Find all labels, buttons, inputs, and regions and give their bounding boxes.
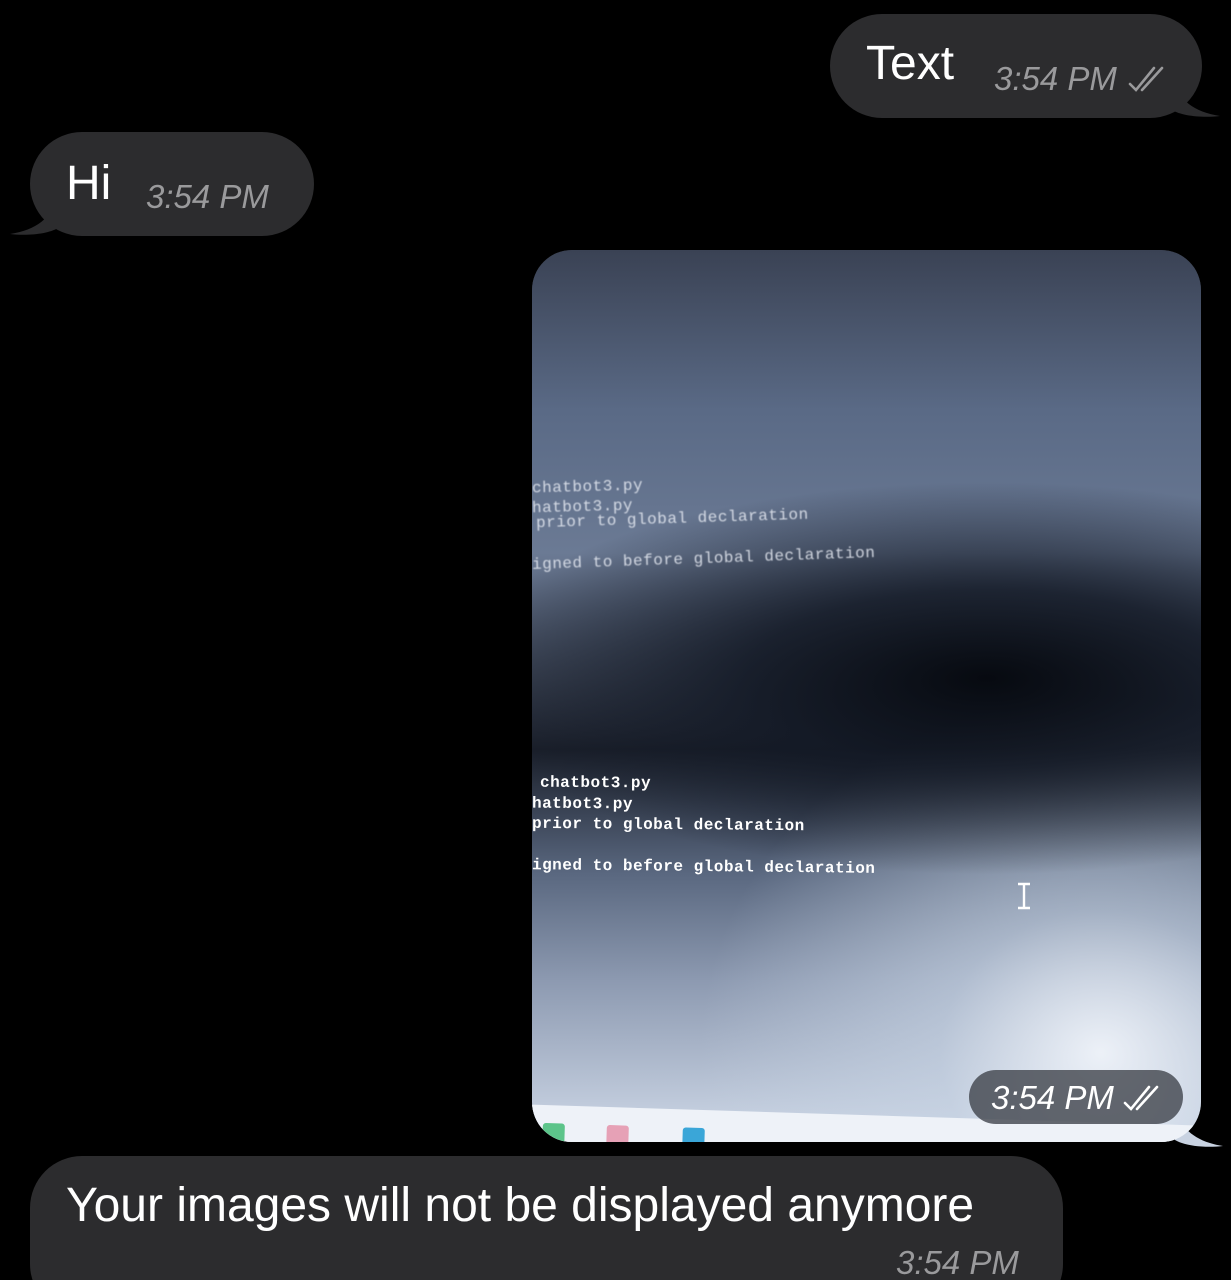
text-cursor-icon bbox=[1018, 882, 1030, 910]
message-time: 3:54 PM bbox=[896, 1244, 1019, 1280]
bubble-tail bbox=[1172, 78, 1220, 117]
chat-thread: Text 3:54 PM Hi 3:54 PM chatbot3.py hatb… bbox=[0, 0, 1231, 1280]
photo-text-line: chatbot3.py bbox=[532, 476, 644, 498]
photo-time-badge: 3:54 PM bbox=[969, 1070, 1183, 1124]
double-check-icon bbox=[1128, 66, 1164, 92]
taskbar-app-icon bbox=[682, 1127, 705, 1142]
taskbar-app-icon bbox=[542, 1122, 565, 1142]
message-text: Your images will not be displayed anymor… bbox=[66, 1179, 975, 1232]
double-check-icon bbox=[1123, 1085, 1159, 1111]
message-time: 3:54 PM bbox=[146, 178, 269, 215]
photo-text-line: igned to before global declaration bbox=[532, 856, 876, 878]
photo-attachment[interactable]: chatbot3.py hatbot3.py prior to global d… bbox=[532, 250, 1201, 1142]
outgoing-message-bubble[interactable]: Text 3:54 PM bbox=[830, 14, 1220, 118]
bubble-tail bbox=[10, 196, 58, 235]
taskbar-app-icon bbox=[606, 1124, 629, 1142]
message-text: Hi bbox=[66, 157, 112, 210]
photo-text-line: hatbot3.py bbox=[532, 794, 634, 814]
photo-text-line: chatbot3.py bbox=[539, 773, 652, 793]
photo-text-line: igned to before global declaration bbox=[532, 544, 876, 574]
incoming-message-bubble[interactable]: Your images will not be displayed anymor… bbox=[30, 1156, 1063, 1280]
message-text: Text bbox=[866, 37, 955, 90]
message-time: 3:54 PM bbox=[994, 60, 1117, 97]
message-time: 3:54 PM bbox=[991, 1079, 1114, 1116]
incoming-message-bubble[interactable]: Hi 3:54 PM bbox=[10, 132, 314, 236]
outgoing-photo-bubble[interactable]: chatbot3.py hatbot3.py prior to global d… bbox=[532, 250, 1223, 1147]
photo-text-line: prior to global declaration bbox=[532, 814, 805, 836]
